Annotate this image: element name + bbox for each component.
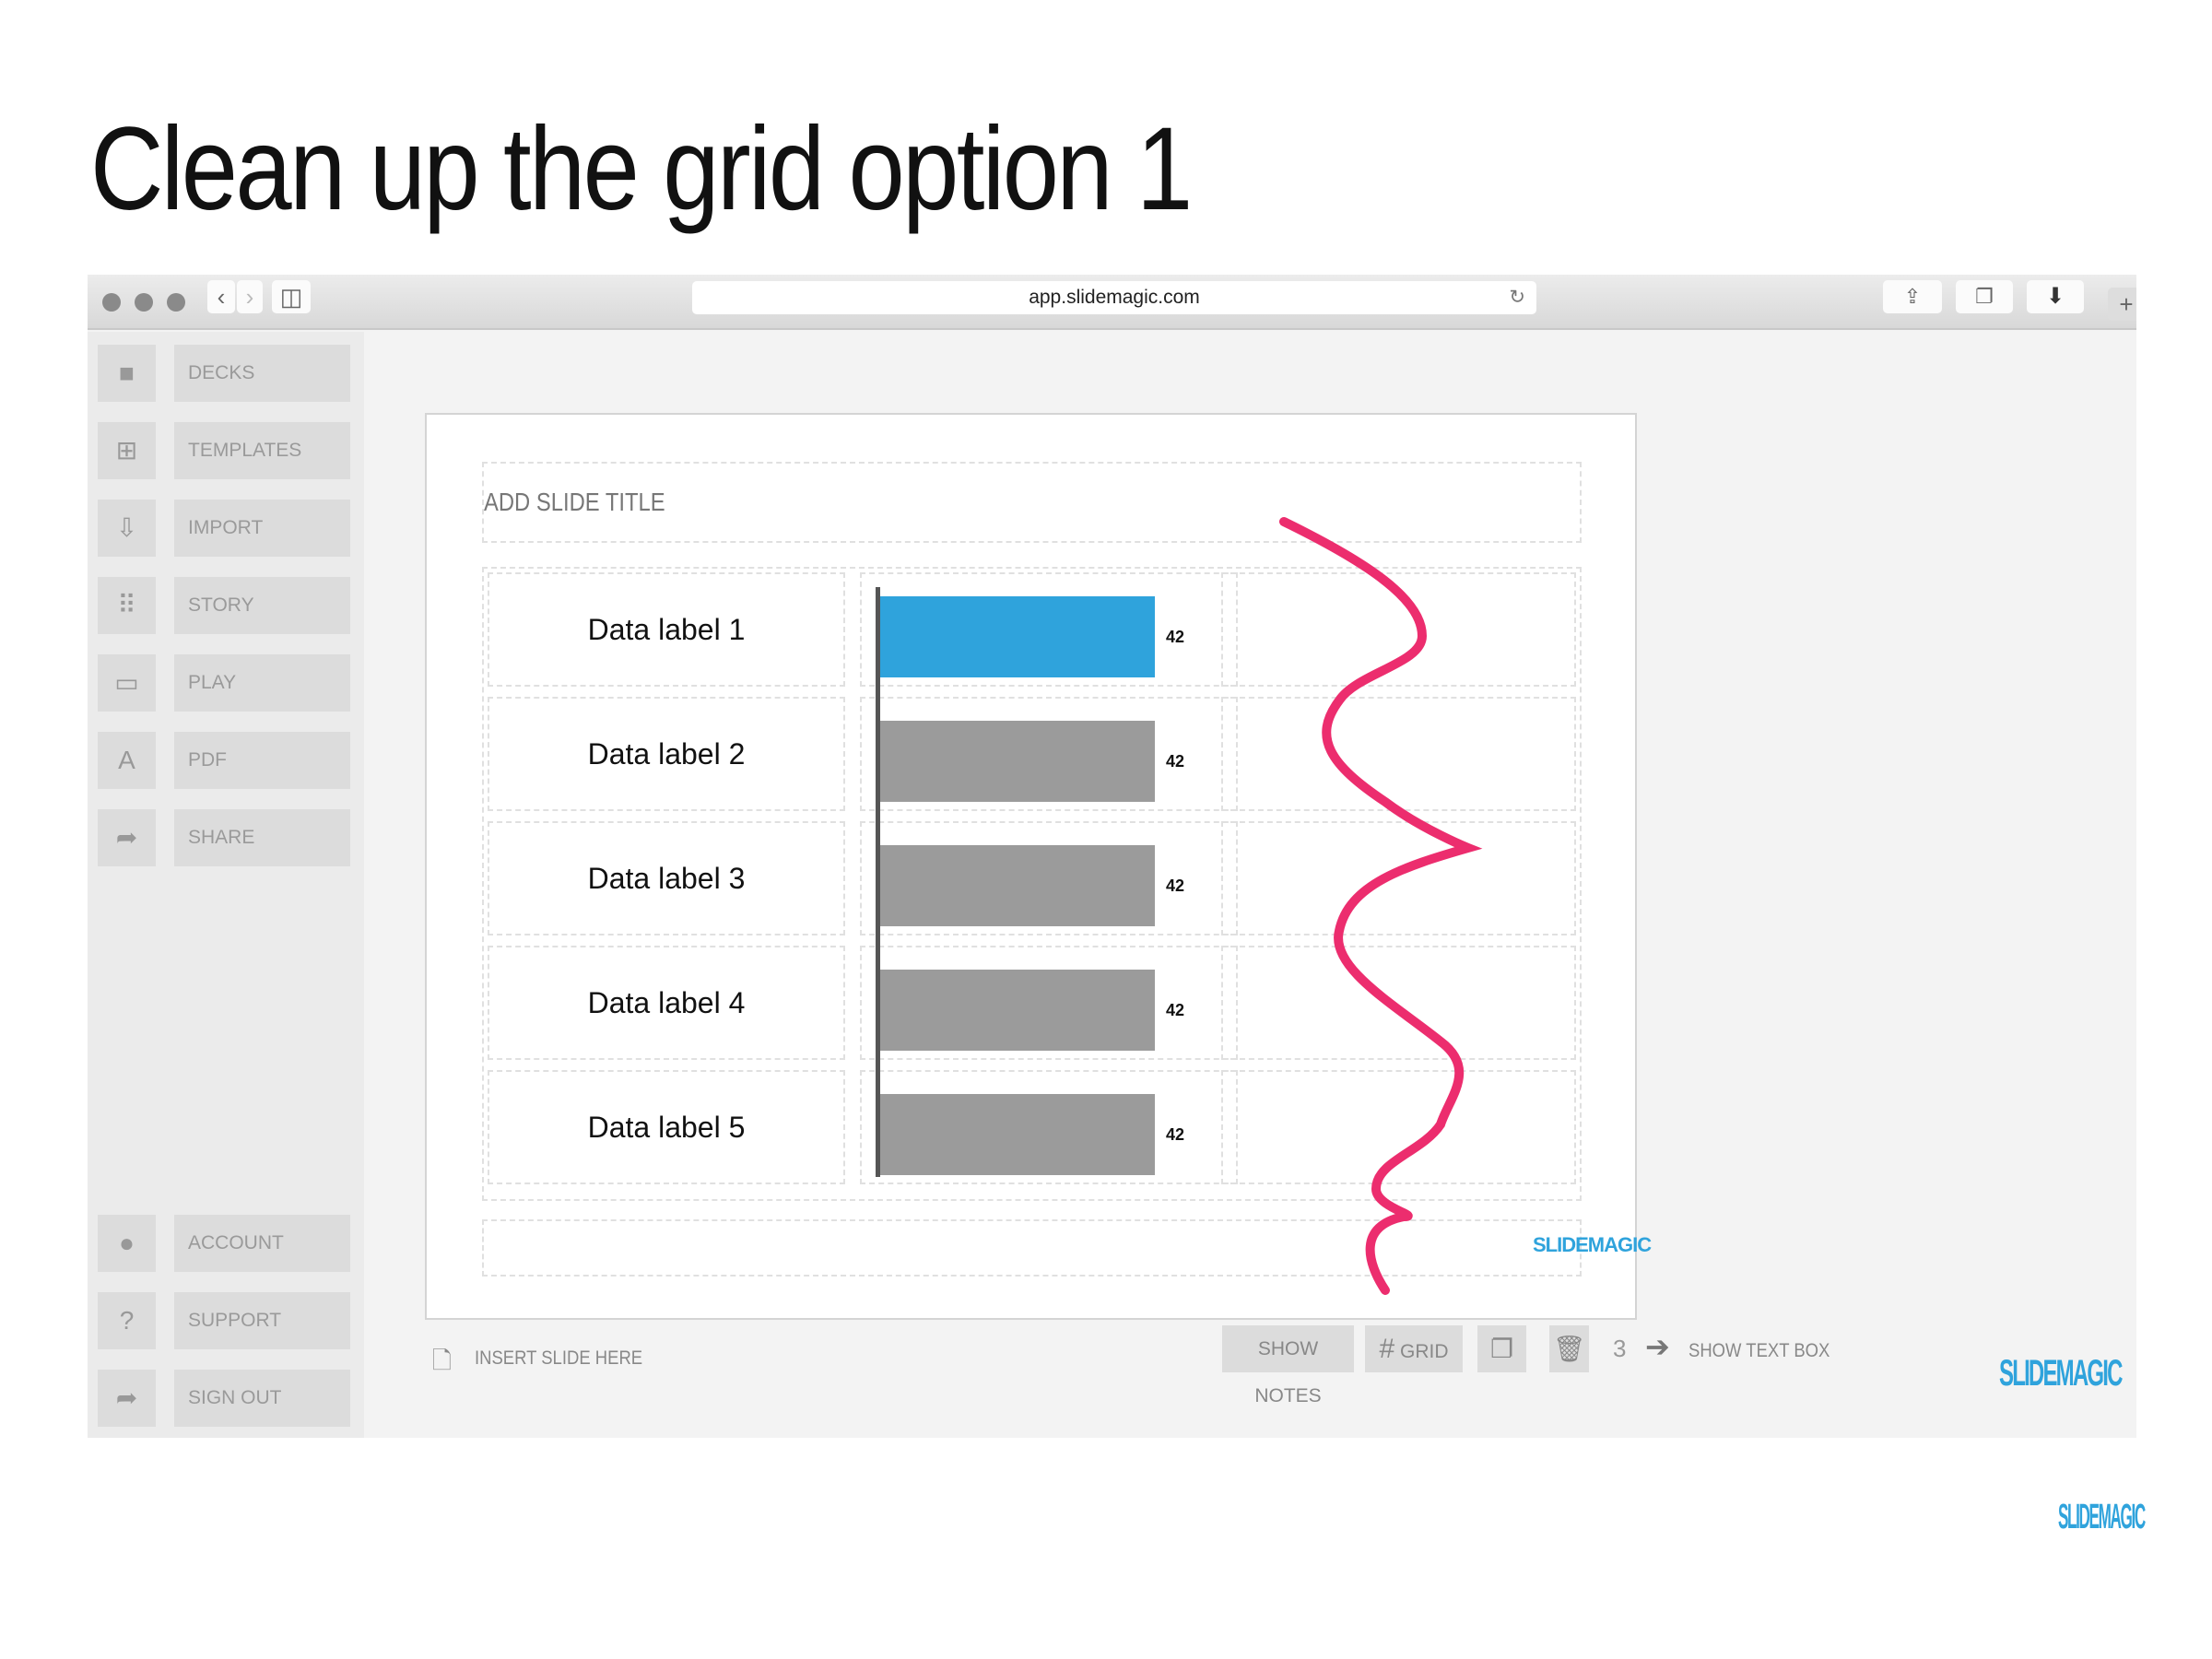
sidebar: ■ DECKS ⊞ TEMPLATES ⇩ IMPORT ⠿ STORY ▭ PLAY A… bbox=[88, 332, 364, 1438]
arrow-right-icon: ➔ bbox=[1645, 1330, 1670, 1363]
sidebar-item-play[interactable]: PLAY bbox=[174, 654, 350, 712]
app-logo: SLIDEMAGIC bbox=[1999, 1353, 2123, 1394]
new-tab-button[interactable]: + bbox=[2108, 288, 2136, 321]
share-arrow-icon[interactable]: ➦ bbox=[98, 809, 156, 866]
slide-canvas: ADD SLIDE TITLE Data label 1 42 Data labe… bbox=[425, 413, 1652, 1320]
minimize-window-button[interactable] bbox=[135, 293, 153, 312]
sidebar-item-story[interactable]: STORY bbox=[174, 577, 350, 634]
maximize-window-button[interactable] bbox=[167, 293, 185, 312]
user-icon[interactable]: ● bbox=[98, 1215, 156, 1272]
sidebar-item-sign-out[interactable]: SIGN OUT bbox=[174, 1370, 350, 1427]
grid-button[interactable]: # GRID bbox=[1365, 1325, 1463, 1372]
sidebar-toggle-icon[interactable]: ◫ bbox=[272, 280, 311, 313]
sidebar-item-pdf[interactable]: PDF bbox=[174, 732, 350, 789]
reload-icon[interactable]: ↻ bbox=[1509, 281, 1525, 314]
grid-icon: # bbox=[1379, 1334, 1395, 1364]
url-bar[interactable]: app.slidemagic.com ↻ bbox=[692, 281, 1536, 314]
folder-icon[interactable]: ■ bbox=[98, 345, 156, 402]
grid-label: GRID bbox=[1400, 1341, 1449, 1362]
sidebar-item-account[interactable]: ACCOUNT bbox=[174, 1215, 350, 1272]
sidebar-item-decks[interactable]: DECKS bbox=[174, 345, 350, 402]
browser-toolbar: ‹ › ◫ app.slidemagic.com ↻ ⇪ ❐ ⬇ + bbox=[88, 275, 2136, 330]
duplicate-icon[interactable]: ❐ bbox=[1477, 1325, 1526, 1372]
monitor-icon[interactable]: ▭ bbox=[98, 654, 156, 712]
share-icon[interactable]: ⇪ bbox=[1883, 280, 1942, 313]
grid-icon[interactable]: ⠿ bbox=[98, 577, 156, 634]
sign-out-icon[interactable]: ➦ bbox=[98, 1370, 156, 1427]
url-text: app.slidemagic.com bbox=[1029, 287, 1200, 308]
help-icon[interactable]: ? bbox=[98, 1292, 156, 1349]
sidebar-item-support[interactable]: SUPPORT bbox=[174, 1292, 350, 1349]
insert-slide-icon[interactable]: 🗋 bbox=[432, 1344, 452, 1384]
sidebar-item-import[interactable]: IMPORT bbox=[174, 500, 350, 557]
insert-slide-button[interactable]: INSERT SLIDE HERE bbox=[475, 1347, 642, 1370]
sidebar-item-templates[interactable]: TEMPLATES bbox=[174, 422, 350, 479]
page-title: Clean up the grid option 1 bbox=[90, 103, 1193, 235]
tabs-icon[interactable]: ❐ bbox=[1956, 280, 2013, 313]
forward-button[interactable]: › bbox=[237, 280, 263, 313]
back-button[interactable]: ‹ bbox=[207, 280, 235, 313]
pink-annotation-squiggle bbox=[1279, 517, 1483, 1295]
show-notes-button[interactable]: SHOW NOTES bbox=[1222, 1325, 1354, 1406]
slidemagic-logo: SLIDEMAGIC bbox=[2058, 1498, 2146, 1536]
trash-icon[interactable]: 🗑 bbox=[1549, 1325, 1589, 1372]
sidebar-item-share[interactable]: SHARE bbox=[174, 809, 350, 866]
show-text-box-button[interactable]: SHOW TEXT BOX bbox=[1688, 1340, 1830, 1362]
pdf-icon[interactable]: A bbox=[98, 732, 156, 789]
cloud-download-icon[interactable]: ⇩ bbox=[98, 500, 156, 557]
browser-window: ‹ › ◫ app.slidemagic.com ↻ ⇪ ❐ ⬇ + ■ DECK… bbox=[88, 275, 2136, 1438]
gift-icon[interactable]: ⊞ bbox=[98, 422, 156, 479]
download-icon[interactable]: ⬇ bbox=[2027, 280, 2084, 313]
slide-number: 3 bbox=[1613, 1335, 1627, 1362]
close-window-button[interactable] bbox=[102, 293, 121, 312]
